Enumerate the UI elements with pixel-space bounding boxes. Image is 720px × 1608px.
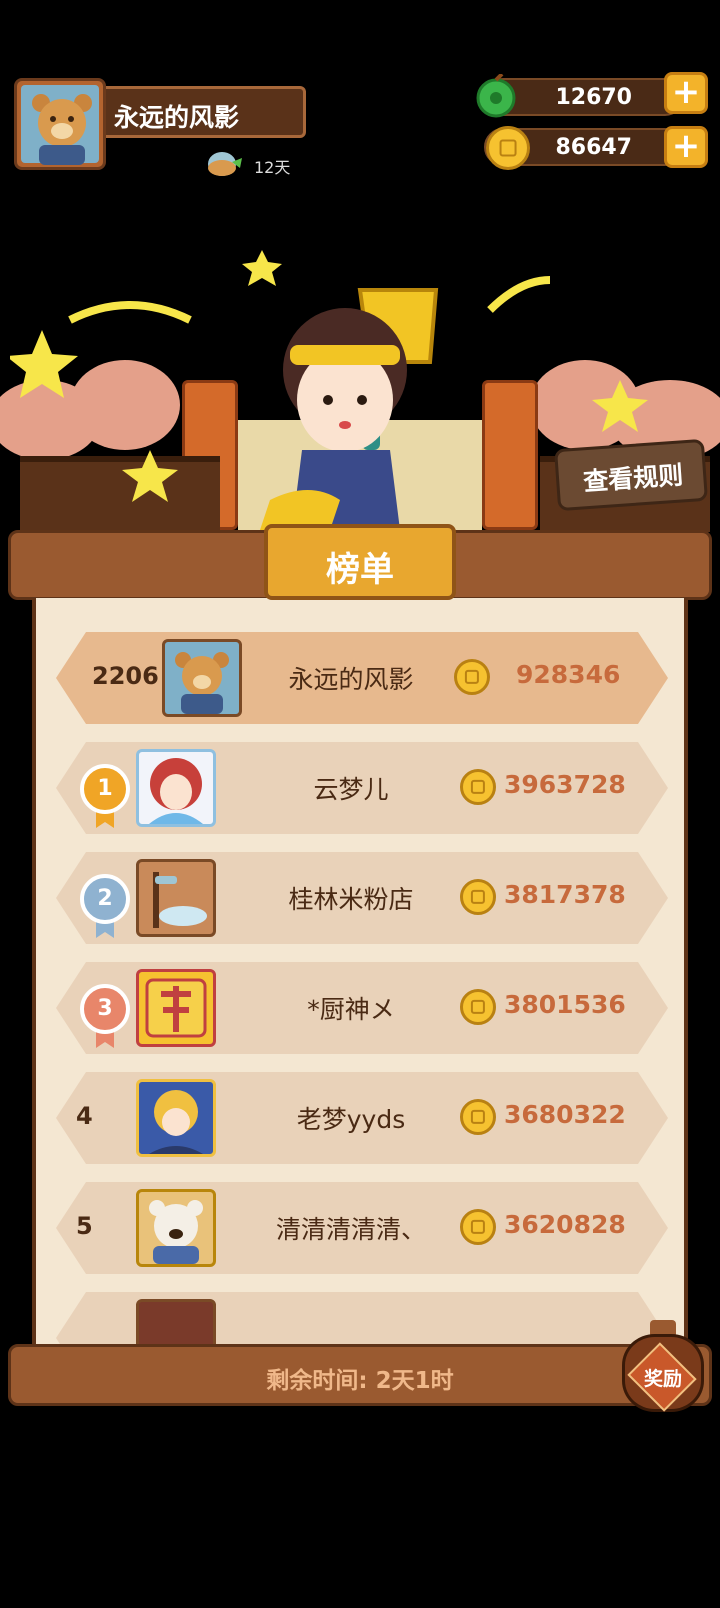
board-title-plaque: 榜单 [264,524,456,600]
rank-row[interactable]: 2 桂林米粉店 3817378 [56,852,668,944]
coin-amount: 86647 [555,135,632,160]
rank-number: 5 [76,1212,93,1240]
my-row-avatar [162,639,242,717]
player-name: 云梦儿 [313,775,389,804]
player-name: 永远的风影 [114,103,240,132]
coin-icon [460,1209,496,1245]
player-avatar-thumb [136,859,216,937]
player-score: 3680322 [504,1100,626,1129]
rank-row[interactable]: 4 老梦yyds 3680322 [56,1072,668,1164]
coin-icon [460,1099,496,1135]
rank-row[interactable]: 1 云梦儿 3963728 [56,742,668,834]
add-coins-button[interactable]: + [664,126,708,168]
polar-bear-avatar-icon [139,1192,213,1264]
player-name: *厨神メ [307,995,395,1024]
player-score: 3963728 [504,770,626,799]
player-avatar[interactable] [14,78,106,170]
reward-label: 奖励 [643,1368,682,1390]
my-rank-row: 2206 永远的风影 928346 [56,632,668,724]
player-avatar-thumb [136,1189,216,1267]
rank-row-partial[interactable] [56,1292,668,1344]
player-name: 清清清清清、 [275,1215,426,1244]
my-name: 永远的风影 [288,665,414,694]
player-name: 老梦yyds [296,1105,406,1134]
player-score: 3801536 [504,990,626,1019]
bear-avatar-icon [32,94,92,165]
board-title: 榜单 [326,550,394,590]
player-avatar-thumb [136,1079,216,1157]
gem-amount: 12670 [555,85,632,110]
view-rules-button[interactable]: 查看规则 [554,438,708,512]
remaining-time: 剩余时间: 2天1时 [266,1368,454,1394]
water-tap-avatar-icon [139,862,213,934]
rank-row[interactable]: 5 清清清清清、 3620828 [56,1182,668,1274]
remaining-time-bar: 剩余时间: 2天1时 [8,1344,712,1406]
player-score: 3817378 [504,880,626,909]
coin-icon [486,126,530,170]
my-rank: 2206 [92,662,159,690]
coin-icon [460,879,496,915]
gold-medal-icon: 1 [80,764,130,814]
calendar-badge-icon [208,152,242,176]
coin-icon [454,659,490,695]
coin-icon [460,989,496,1025]
player-score: 3620828 [504,1210,626,1239]
hero-avatar-icon [139,1082,213,1154]
god-character-avatar-icon [139,972,213,1044]
reward-button[interactable]: 奖励 [618,1316,708,1416]
player-name: 桂林米粉店 [288,885,414,914]
bear-avatar-icon [165,642,239,714]
rank-number: 4 [76,1102,93,1130]
rank-row[interactable]: 3 *厨神メ 3801536 [56,962,668,1054]
my-score: 928346 [516,660,621,689]
girl-avatar-icon [139,752,213,824]
bronze-medal-icon: 3 [80,984,130,1034]
gem-icon [476,74,516,118]
add-gems-button[interactable]: + [664,72,708,114]
player-avatar-thumb [136,749,216,827]
silver-medal-icon: 2 [80,874,130,924]
days-counter: 12天 [254,158,291,177]
player-avatar-thumb [136,1299,216,1344]
coin-icon [460,769,496,805]
player-name-plate: 永远的风影 [106,86,306,138]
player-avatar-thumb [136,969,216,1047]
view-rules-label: 查看规则 [582,460,685,497]
leaderboard-panel: 2206 永远的风影 928346 1 云梦儿 3963728 2 桂林米粉店 … [32,598,688,1344]
